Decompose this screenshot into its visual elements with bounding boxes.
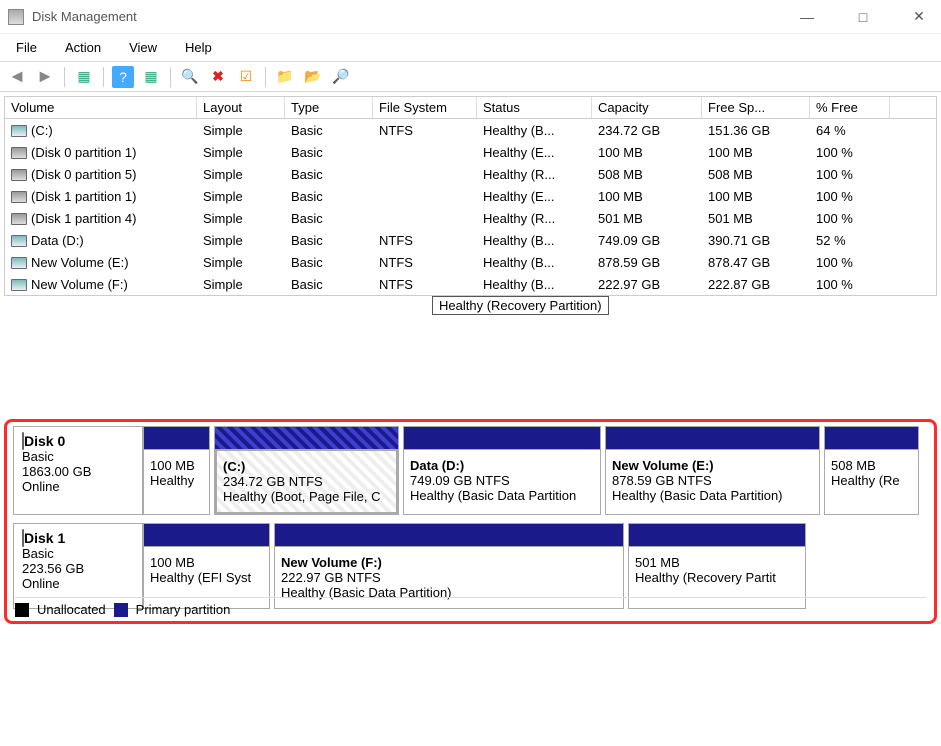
- volume-icon: [11, 213, 27, 225]
- separator: [64, 67, 65, 87]
- partition-header: [144, 524, 269, 546]
- partition-body: 100 MBHealthy: [144, 449, 209, 514]
- minimize-button[interactable]: —: [793, 7, 821, 27]
- table-row[interactable]: (Disk 0 partition 5)SimpleBasicHealthy (…: [5, 163, 936, 185]
- partition-body: Data (D:)749.09 GB NTFSHealthy (Basic Da…: [404, 449, 600, 514]
- col-free[interactable]: Free Sp...: [702, 97, 810, 118]
- disk-icon: [22, 432, 24, 450]
- maximize-button[interactable]: □: [849, 7, 877, 27]
- disk-icon: [22, 529, 24, 547]
- col-status[interactable]: Status: [477, 97, 592, 118]
- properties-icon[interactable]: ▦: [140, 66, 162, 88]
- volume-icon: [11, 125, 27, 137]
- delete-icon[interactable]: ✖: [207, 66, 229, 88]
- col-fs[interactable]: File System: [373, 97, 477, 118]
- legend-unallocated-swatch: [15, 603, 29, 617]
- table-row[interactable]: (C:)SimpleBasicNTFSHealthy (B...234.72 G…: [5, 119, 936, 141]
- partition-header: [144, 427, 209, 449]
- partition-header: [629, 524, 805, 546]
- volume-icon: [11, 257, 27, 269]
- legend-unallocated-label: Unallocated: [37, 602, 106, 617]
- table-row[interactable]: (Disk 0 partition 1)SimpleBasicHealthy (…: [5, 141, 936, 163]
- col-layout[interactable]: Layout: [197, 97, 285, 118]
- volume-icon: [11, 191, 27, 203]
- col-type[interactable]: Type: [285, 97, 373, 118]
- partition-body: 508 MBHealthy (Re: [825, 449, 918, 514]
- partition-box[interactable]: 100 MBHealthy: [143, 426, 210, 515]
- separator: [170, 67, 171, 87]
- export-icon[interactable]: 📂: [302, 66, 324, 88]
- table-header: Volume Layout Type File System Status Ca…: [5, 97, 936, 119]
- back-button[interactable]: ◄: [6, 66, 28, 88]
- menu-help[interactable]: Help: [179, 38, 218, 57]
- volume-icon: [11, 279, 27, 291]
- menu-file[interactable]: File: [10, 38, 43, 57]
- refresh-icon[interactable]: 🔎: [330, 66, 352, 88]
- volume-icon: [11, 235, 27, 247]
- partition-header: [404, 427, 600, 449]
- table-body: (C:)SimpleBasicNTFSHealthy (B...234.72 G…: [5, 119, 936, 295]
- partition-box[interactable]: New Volume (E:)878.59 GB NTFSHealthy (Ba…: [605, 426, 820, 515]
- table-row[interactable]: (Disk 1 partition 1)SimpleBasicHealthy (…: [5, 185, 936, 207]
- window-title: Disk Management: [32, 9, 793, 24]
- volume-icon: [11, 169, 27, 181]
- toolbar: ◄ ► ▦ ? ▦ 🔍 ✖ ☑ 📁 📂 🔎: [0, 62, 941, 92]
- volume-table: Volume Layout Type File System Status Ca…: [4, 96, 937, 296]
- table-row[interactable]: New Volume (F:)SimpleBasicNTFSHealthy (B…: [5, 273, 936, 295]
- search-icon[interactable]: 🔍: [179, 66, 201, 88]
- menu-view[interactable]: View: [123, 38, 163, 57]
- close-button[interactable]: ✕: [905, 7, 933, 27]
- disk-row: Disk 0Basic1863.00 GBOnline100 MBHealthy…: [13, 426, 928, 515]
- forward-button[interactable]: ►: [34, 66, 56, 88]
- partition-header: [825, 427, 918, 449]
- separator: [103, 67, 104, 87]
- partition-box[interactable]: (C:)234.72 GB NTFSHealthy (Boot, Page Fi…: [214, 426, 399, 515]
- help-icon[interactable]: ?: [112, 66, 134, 88]
- col-capacity[interactable]: Capacity: [592, 97, 702, 118]
- check-icon[interactable]: ☑: [235, 66, 257, 88]
- app-icon: [8, 9, 24, 25]
- table-row[interactable]: (Disk 1 partition 4)SimpleBasicHealthy (…: [5, 207, 936, 229]
- col-pct[interactable]: % Free: [810, 97, 890, 118]
- separator: [265, 67, 266, 87]
- menu-action[interactable]: Action: [59, 38, 107, 57]
- menubar: File Action View Help: [0, 34, 941, 62]
- col-volume[interactable]: Volume: [5, 97, 197, 118]
- partition-body: (C:)234.72 GB NTFSHealthy (Boot, Page Fi…: [215, 449, 398, 514]
- list-view-icon[interactable]: ▦: [73, 66, 95, 88]
- partition-box[interactable]: Data (D:)749.09 GB NTFSHealthy (Basic Da…: [403, 426, 601, 515]
- partition-body: New Volume (E:)878.59 GB NTFSHealthy (Ba…: [606, 449, 819, 514]
- table-row[interactable]: New Volume (E:)SimpleBasicNTFSHealthy (B…: [5, 251, 936, 273]
- legend-primary-swatch: [114, 603, 128, 617]
- disk-map: 100 MBHealthy(C:)234.72 GB NTFSHealthy (…: [143, 426, 928, 515]
- partition-header: [215, 427, 398, 449]
- disk-info[interactable]: Disk 0Basic1863.00 GBOnline: [13, 426, 143, 515]
- partition-header: [606, 427, 819, 449]
- partition-header: [275, 524, 623, 546]
- partition-box[interactable]: 508 MBHealthy (Re: [824, 426, 919, 515]
- disk-panel: Disk 0Basic1863.00 GBOnline100 MBHealthy…: [4, 419, 937, 624]
- titlebar: Disk Management — □ ✕: [0, 0, 941, 34]
- table-row[interactable]: Data (D:)SimpleBasicNTFSHealthy (B...749…: [5, 229, 936, 251]
- import-icon[interactable]: 📁: [274, 66, 296, 88]
- legend-primary-label: Primary partition: [136, 602, 231, 617]
- tooltip: Healthy (Recovery Partition): [432, 296, 609, 315]
- volume-icon: [11, 147, 27, 159]
- legend: Unallocated Primary partition: [15, 597, 926, 617]
